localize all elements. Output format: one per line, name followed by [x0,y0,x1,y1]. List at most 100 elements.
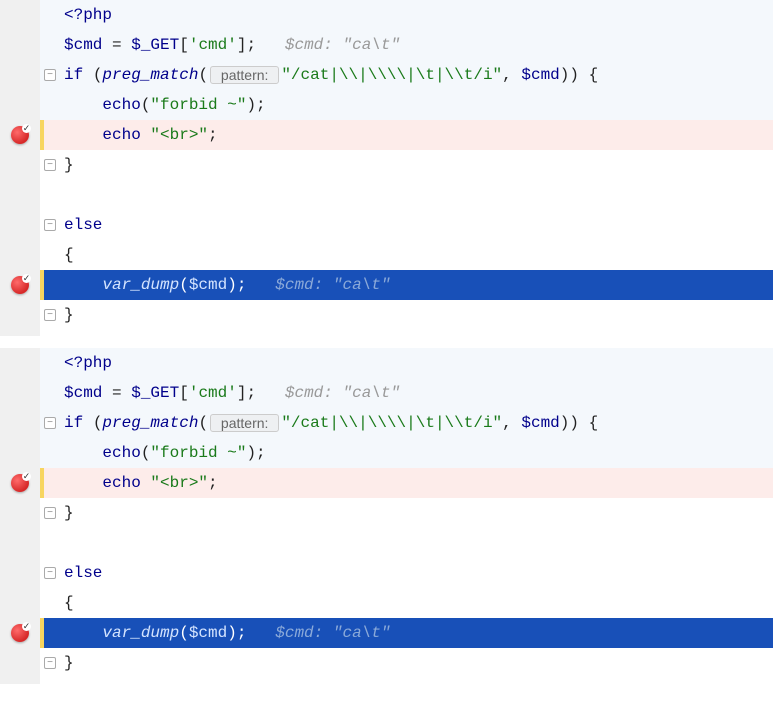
breakpoint-icon[interactable] [11,276,29,294]
code-line[interactable]: echo("forbid ~"); [0,90,773,120]
breakpoint-gutter[interactable] [0,30,40,60]
fold-gutter[interactable] [40,180,60,210]
code-content[interactable]: echo "<br>"; [60,468,773,498]
code-line[interactable]: −else [0,558,773,588]
code-content[interactable]: } [60,150,773,180]
fold-gutter[interactable] [40,348,60,378]
code-editor-panel[interactable]: <?php$cmd = $_GET['cmd']; $cmd: "ca\t"−i… [0,0,773,336]
fold-gutter[interactable]: − [40,498,60,528]
breakpoint-gutter[interactable] [0,588,40,618]
code-line[interactable]: echo("forbid ~"); [0,438,773,468]
fold-gutter[interactable] [40,270,60,300]
code-content[interactable]: var_dump($cmd); $cmd: "ca\t" [60,270,773,300]
breakpoint-gutter[interactable] [0,378,40,408]
code-line[interactable]: −} [0,150,773,180]
breakpoint-gutter[interactable] [0,408,40,438]
code-line[interactable]: var_dump($cmd); $cmd: "ca\t" [0,618,773,648]
code-line[interactable] [0,528,773,558]
code-content[interactable] [60,180,773,210]
code-content[interactable]: $cmd = $_GET['cmd']; $cmd: "ca\t" [60,30,773,60]
breakpoint-gutter[interactable] [0,0,40,30]
code-line[interactable]: −} [0,300,773,330]
breakpoint-icon[interactable] [11,624,29,642]
code-line[interactable]: echo "<br>"; [0,120,773,150]
breakpoint-icon[interactable] [11,474,29,492]
code-content[interactable]: if (preg_match( pattern: "/cat|\\|\\\\|\… [60,408,773,438]
code-line[interactable] [0,180,773,210]
fold-toggle-icon[interactable]: − [44,567,56,579]
fold-gutter[interactable] [40,588,60,618]
fold-toggle-icon[interactable]: − [44,417,56,429]
breakpoint-gutter[interactable] [0,348,40,378]
code-line[interactable]: <?php [0,0,773,30]
fold-toggle-icon[interactable]: − [44,507,56,519]
code-editor-panel[interactable]: <?php$cmd = $_GET['cmd']; $cmd: "ca\t"−i… [0,348,773,684]
breakpoint-gutter[interactable] [0,60,40,90]
breakpoint-gutter[interactable] [0,468,40,498]
code-content[interactable]: $cmd = $_GET['cmd']; $cmd: "ca\t" [60,378,773,408]
breakpoint-gutter[interactable] [0,648,40,678]
fold-gutter[interactable]: − [40,558,60,588]
code-content[interactable]: { [60,240,773,270]
code-line[interactable]: $cmd = $_GET['cmd']; $cmd: "ca\t" [0,378,773,408]
fold-gutter[interactable] [40,30,60,60]
code-line[interactable]: −if (preg_match( pattern: "/cat|\\|\\\\|… [0,60,773,90]
breakpoint-icon[interactable] [11,126,29,144]
breakpoint-gutter[interactable] [0,210,40,240]
breakpoint-gutter[interactable] [0,528,40,558]
breakpoint-gutter[interactable] [0,498,40,528]
code-content[interactable]: { [60,588,773,618]
breakpoint-gutter[interactable] [0,120,40,150]
code-line[interactable]: { [0,240,773,270]
code-content[interactable]: var_dump($cmd); $cmd: "ca\t" [60,618,773,648]
fold-toggle-icon[interactable]: − [44,69,56,81]
fold-gutter[interactable]: − [40,648,60,678]
fold-gutter[interactable] [40,90,60,120]
fold-toggle-icon[interactable]: − [44,159,56,171]
fold-gutter[interactable] [40,120,60,150]
code-content[interactable] [60,528,773,558]
code-content[interactable]: <?php [60,0,773,30]
fold-gutter[interactable]: − [40,60,60,90]
code-content[interactable]: echo "<br>"; [60,120,773,150]
breakpoint-gutter[interactable] [0,618,40,648]
fold-gutter[interactable] [40,618,60,648]
code-content[interactable]: } [60,498,773,528]
breakpoint-gutter[interactable] [0,90,40,120]
breakpoint-gutter[interactable] [0,300,40,330]
breakpoint-gutter[interactable] [0,240,40,270]
breakpoint-gutter[interactable] [0,270,40,300]
fold-gutter[interactable] [40,240,60,270]
code-content[interactable]: else [60,558,773,588]
code-line[interactable]: −else [0,210,773,240]
code-line[interactable]: −if (preg_match( pattern: "/cat|\\|\\\\|… [0,408,773,438]
code-content[interactable]: echo("forbid ~"); [60,90,773,120]
fold-gutter[interactable]: − [40,408,60,438]
fold-toggle-icon[interactable]: − [44,219,56,231]
fold-gutter[interactable] [40,0,60,30]
fold-gutter[interactable]: − [40,150,60,180]
code-line[interactable]: −} [0,498,773,528]
breakpoint-gutter[interactable] [0,438,40,468]
code-line[interactable]: echo "<br>"; [0,468,773,498]
breakpoint-gutter[interactable] [0,150,40,180]
fold-gutter[interactable]: − [40,210,60,240]
code-content[interactable]: echo("forbid ~"); [60,438,773,468]
code-line[interactable]: $cmd = $_GET['cmd']; $cmd: "ca\t" [0,30,773,60]
fold-toggle-icon[interactable]: − [44,309,56,321]
fold-gutter[interactable] [40,438,60,468]
fold-gutter[interactable] [40,468,60,498]
code-line[interactable]: var_dump($cmd); $cmd: "ca\t" [0,270,773,300]
code-line[interactable]: −} [0,648,773,678]
code-content[interactable]: <?php [60,348,773,378]
fold-gutter[interactable] [40,378,60,408]
breakpoint-gutter[interactable] [0,558,40,588]
fold-gutter[interactable] [40,528,60,558]
code-content[interactable]: } [60,648,773,678]
code-line[interactable]: { [0,588,773,618]
fold-gutter[interactable]: − [40,300,60,330]
code-content[interactable]: } [60,300,773,330]
breakpoint-gutter[interactable] [0,180,40,210]
code-line[interactable]: <?php [0,348,773,378]
code-content[interactable]: else [60,210,773,240]
